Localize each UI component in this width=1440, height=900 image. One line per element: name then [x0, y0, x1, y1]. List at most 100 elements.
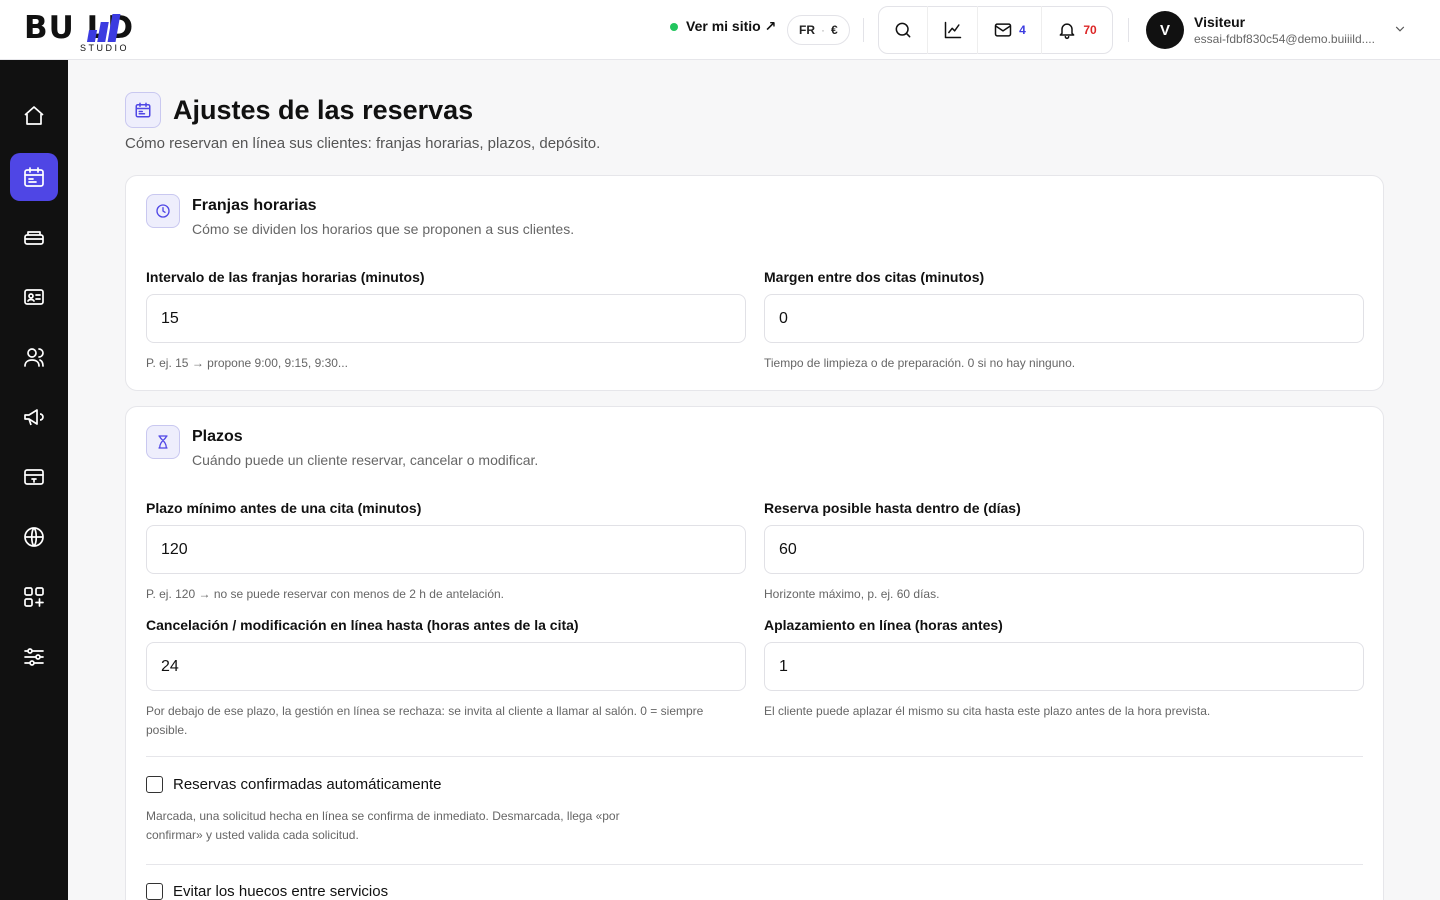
- language-currency-selector[interactable]: FR · €: [787, 15, 850, 45]
- cancel-deadline-field: Cancelación / modificación en línea hast…: [146, 617, 746, 740]
- logo[interactable]: BU LD STUDIO: [24, 8, 184, 54]
- chart-line-icon: [944, 21, 961, 39]
- cancel-deadline-label: Cancelación / modificación en línea hast…: [146, 617, 579, 633]
- chevron-down-icon[interactable]: [1393, 22, 1407, 36]
- card-icon: [146, 194, 180, 228]
- postpone-deadline-input[interactable]: [764, 642, 1364, 691]
- sidebar-item-website[interactable]: [10, 513, 58, 561]
- megaphone-icon: [24, 409, 44, 426]
- user-email: essai-fdbf830c54@demo.buiiild....: [1194, 31, 1375, 46]
- notifications-button[interactable]: 70: [1041, 6, 1112, 54]
- sidebar-item-services[interactable]: [10, 213, 58, 261]
- min-notice-hint: P. ej. 120 → no se puede reservar con me…: [146, 587, 505, 601]
- max-horizon-input[interactable]: [764, 525, 1364, 574]
- view-site-label: Ver mi sitio ↗: [686, 18, 777, 34]
- sidebar-item-marketing[interactable]: [10, 393, 58, 441]
- avoid-gaps-label: Evitar los huecos entre servicios: [173, 883, 389, 900]
- page-title: Ajustes de las reservas: [173, 94, 474, 125]
- calendar-icon: [24, 167, 44, 187]
- max-horizon-label: Reserva posible hasta dentro de (días): [764, 500, 1021, 516]
- cancel-deadline-input[interactable]: [146, 642, 746, 691]
- max-horizon-hint: Horizonte máximo, p. ej. 60 días.: [764, 587, 940, 601]
- cancel-deadline-hint: Por debajo de ese plazo, la gestión en l…: [146, 704, 704, 737]
- sidebar-item-calendar[interactable]: [10, 153, 58, 201]
- card-icon: [146, 425, 180, 459]
- interval-hint: P. ej. 15 → propone 9:00, 9:15, 9:30...: [146, 356, 348, 370]
- stack-icon: [24, 231, 44, 245]
- margin-hint: Tiempo de limpieza o de preparación. 0 s…: [764, 356, 1076, 370]
- auto-confirm-row[interactable]: Reservas confirmadas automáticamente: [146, 776, 441, 793]
- stats-button[interactable]: [927, 6, 977, 54]
- user-name: Visiteur: [1194, 13, 1246, 30]
- slots-card-description: Cómo se dividen los horarios que se prop…: [192, 221, 575, 237]
- min-notice-field: Plazo mínimo antes de una cita (minutos)…: [146, 500, 746, 604]
- margin-input[interactable]: [764, 294, 1364, 343]
- slots-card: Franjas horarias Cómo se dividen los hor…: [125, 175, 1384, 391]
- page-icon: [125, 92, 161, 128]
- interval-field: Intervalo de las franjas horarias (minut…: [146, 269, 746, 373]
- section-divider: [146, 864, 1363, 865]
- margin-field: Margen entre dos citas (minutos) Tiempo …: [764, 269, 1364, 373]
- search-button[interactable]: [879, 6, 927, 54]
- postpone-deadline-hint: El cliente puede aplazar él mismo su cit…: [764, 704, 1211, 718]
- header-divider: [1128, 18, 1129, 42]
- apps-add-icon: [24, 587, 44, 607]
- min-notice-input[interactable]: [146, 525, 746, 574]
- sidebar: [0, 60, 68, 900]
- language-code: FR: [799, 23, 815, 37]
- max-horizon-field: Reserva posible hasta dentro de (días) H…: [764, 500, 1364, 604]
- deadlines-card-description: Cuándo puede un cliente reservar, cancel…: [192, 452, 539, 468]
- clock-icon: [156, 204, 170, 218]
- sidebar-item-apps[interactable]: [10, 573, 58, 621]
- sliders-icon: [24, 648, 44, 666]
- margin-label: Margen entre dos citas (minutos): [764, 269, 985, 285]
- main-content: Ajustes de las reservas Cómo reservan en…: [68, 60, 1440, 900]
- page-subtitle: Cómo reservan en línea sus clientes: fra…: [125, 135, 601, 152]
- separator-dot: ·: [821, 23, 825, 37]
- sidebar-item-contacts[interactable]: [10, 273, 58, 321]
- min-notice-label: Plazo mínimo antes de una cita (minutos): [146, 500, 422, 516]
- currency-symbol: €: [831, 23, 838, 37]
- view-site-link[interactable]: Ver mi sitio ↗: [670, 18, 776, 35]
- header-divider: [863, 18, 864, 42]
- interval-input[interactable]: [146, 294, 746, 343]
- users-icon: [24, 348, 44, 367]
- sidebar-item-payments[interactable]: [10, 453, 58, 501]
- mail-icon: [994, 23, 1012, 37]
- home-icon: [24, 106, 44, 125]
- online-status-dot: [670, 22, 678, 31]
- avatar: V: [1146, 11, 1184, 49]
- deadlines-card: Plazos Cuándo puede un cliente reservar,…: [125, 406, 1384, 900]
- user-menu[interactable]: V Visiteur essai-fdbf830c54@demo.buiiild…: [1146, 11, 1384, 49]
- avoid-gaps-row[interactable]: Evitar los huecos entre servicios: [146, 883, 388, 900]
- sidebar-item-home[interactable]: [10, 92, 58, 140]
- sidebar-item-settings[interactable]: [10, 633, 58, 681]
- card-icon: [24, 469, 44, 485]
- auto-confirm-hint: Marcada, una solicitud hecha en línea se…: [146, 809, 620, 842]
- search-icon: [895, 22, 911, 38]
- section-divider: [146, 756, 1363, 757]
- calendar-icon: [135, 102, 151, 118]
- page-header: Ajustes de las reservas: [125, 92, 473, 128]
- deadlines-card-header: Plazos Cuándo puede un cliente reservar,…: [146, 425, 538, 468]
- globe-icon: [24, 527, 44, 547]
- header-toolbar: 4 70: [878, 6, 1113, 54]
- slots-card-header: Franjas horarias Cómo se dividen los hor…: [146, 194, 574, 237]
- avoid-gaps-checkbox[interactable]: [146, 883, 163, 900]
- hourglass-icon: [158, 435, 168, 449]
- auto-confirm-checkbox[interactable]: [146, 776, 163, 793]
- top-bar: BU LD STUDIO Ver mi sitio ↗ FR · € 4 70: [0, 0, 1440, 60]
- postpone-deadline-field: Aplazamiento en línea (horas antes) El c…: [764, 617, 1364, 721]
- auto-confirm-label: Reservas confirmadas automáticamente: [173, 776, 442, 793]
- messages-count: 4: [1019, 23, 1026, 37]
- id-card-icon: [24, 289, 44, 305]
- logo-subtitle: STUDIO: [80, 43, 130, 53]
- interval-label: Intervalo de las franjas horarias (minut…: [146, 269, 425, 285]
- bell-icon: [1059, 23, 1075, 40]
- notifications-count: 70: [1083, 23, 1097, 37]
- slots-card-title: Franjas horarias: [192, 197, 317, 214]
- logo-bars-icon: [86, 10, 121, 42]
- deadlines-card-title: Plazos: [192, 428, 243, 445]
- messages-button[interactable]: 4: [977, 6, 1041, 54]
- sidebar-item-clients[interactable]: [10, 333, 58, 381]
